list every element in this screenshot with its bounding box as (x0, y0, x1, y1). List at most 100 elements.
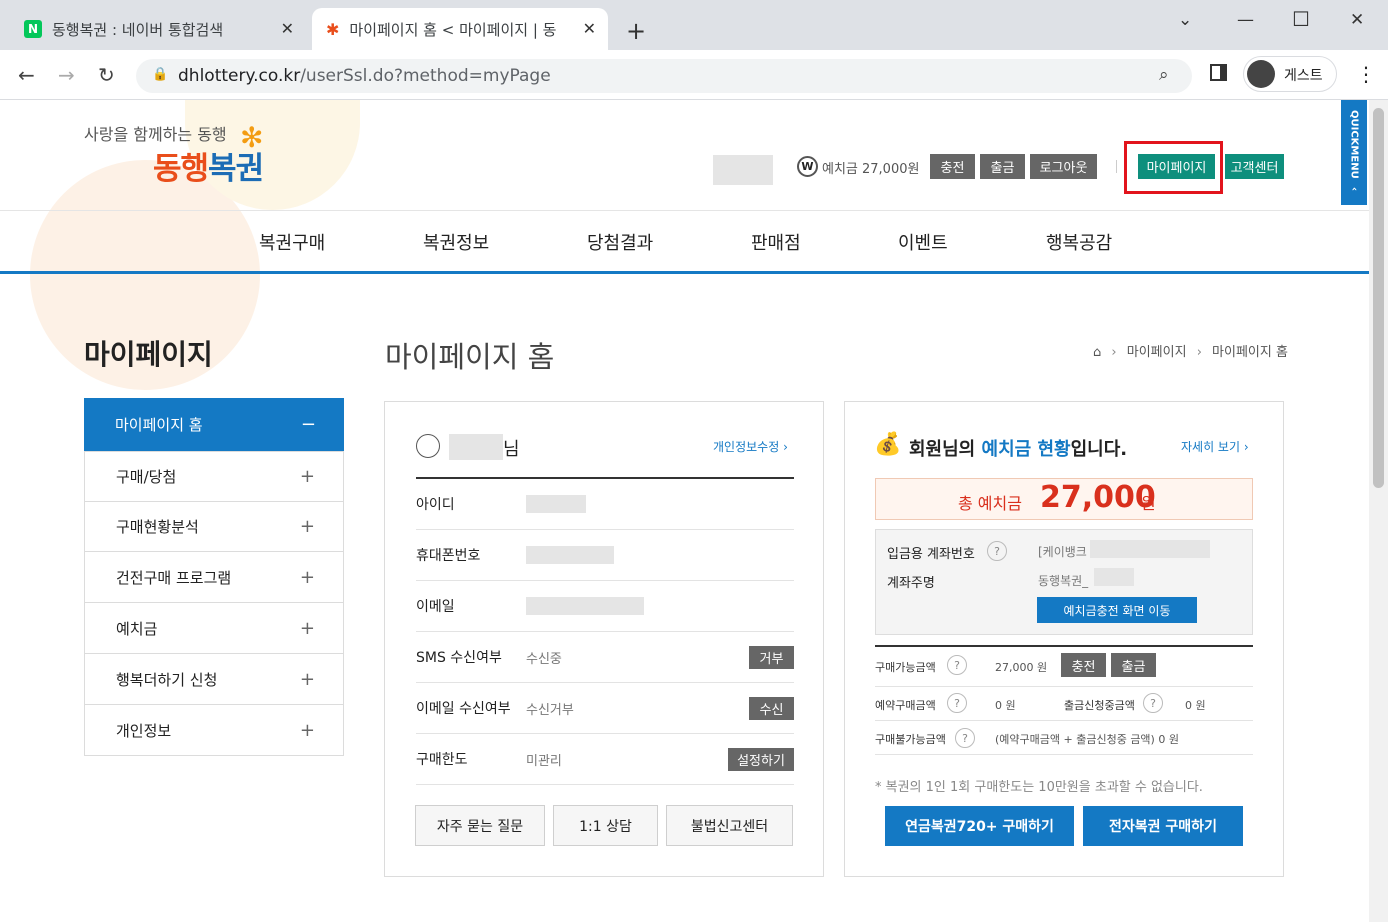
money-bag-icon: 💰 (874, 432, 902, 457)
withdraw-button[interactable]: 출금 (1111, 653, 1156, 677)
masked-value (1094, 568, 1134, 586)
browser-toolbar: ← → ↻ 🔒 dhlottery.co.kr/userSsl.do?metho… (0, 50, 1388, 100)
deposit-charge-move-button[interactable]: 예치금충전 화면 이동 (1037, 597, 1197, 623)
quickmenu-button[interactable]: QUICKMENU ‹ (1341, 100, 1367, 205)
back-icon[interactable]: ← (18, 63, 35, 87)
help-icon[interactable]: ? (955, 728, 975, 748)
side-panel-icon[interactable] (1210, 64, 1227, 81)
zoom-icon[interactable]: ⌕ (1159, 65, 1169, 85)
address-bar[interactable]: 🔒 dhlottery.co.kr/userSsl.do?method=myPa… (136, 59, 1192, 93)
support-button[interactable]: 고객센터 (1225, 154, 1284, 179)
nav-info[interactable]: 복권정보 (423, 229, 489, 255)
home-icon[interactable]: ⌂ (1093, 345, 1101, 360)
menu-icon[interactable]: ⋮ (1356, 62, 1376, 86)
sidebar-item-deposit[interactable]: 예치금 + (84, 603, 344, 654)
expand-icon: + (299, 466, 315, 487)
faq-button[interactable]: 자주 묻는 질문 (415, 805, 545, 846)
scrollbar-thumb[interactable] (1373, 108, 1384, 488)
info-row-id: 아이디 (416, 479, 794, 530)
info-row-sms: SMS 수신여부 수신중 거부 (416, 632, 794, 683)
sidebar-item-personal[interactable]: 개인정보 + (84, 705, 344, 756)
masked-value (526, 495, 586, 513)
help-icon[interactable]: ? (947, 655, 967, 675)
close-tab-icon[interactable]: ✕ (281, 19, 294, 38)
page-title: 마이페이지 홈 (385, 340, 555, 374)
chevron-right-icon: › (1111, 345, 1117, 360)
profile-button[interactable]: 게스트 (1243, 56, 1337, 92)
info-row-email: 이메일 (416, 581, 794, 632)
logo-figure-icon: ✻ (240, 121, 264, 154)
set-limit-button[interactable]: 설정하기 (728, 747, 794, 771)
tab-naver[interactable]: N 동행복권 : 네이버 통합검색 ✕ (10, 8, 306, 50)
sidebar-item-mypage-home[interactable]: 마이페이지 홈 − (84, 398, 344, 451)
withdraw-button[interactable]: 출금 (980, 154, 1025, 179)
lock-icon: 🔒 (152, 67, 169, 82)
detail-link[interactable]: 자세히 보기 › (1181, 438, 1249, 455)
logout-button[interactable]: 로그아웃 (1030, 154, 1097, 179)
nav-results[interactable]: 당첨결과 (587, 229, 653, 255)
avatar-icon (1247, 60, 1275, 88)
expand-icon: + (299, 668, 315, 690)
reload-icon[interactable]: ↻ (98, 63, 115, 87)
won-icon: W (797, 156, 818, 177)
masked-value (526, 546, 614, 564)
divider (1116, 160, 1117, 173)
available-row: 구매가능금액 ? 27,000 원 충전 출금 (875, 647, 1253, 687)
total-deposit-box: 총 예치금 27,000 원 (875, 478, 1253, 520)
deposit-heading: 회원님의 예치금 현황입니다. (909, 439, 1128, 460)
info-row-phone: 휴대폰번호 (416, 530, 794, 581)
url-host: dhlottery.co.kr (178, 66, 301, 86)
help-icon[interactable]: ? (947, 693, 967, 713)
collapse-icon: − (300, 414, 316, 435)
sidebar-item-happiness[interactable]: 행복더하기 신청 + (84, 654, 344, 705)
tab-mypage[interactable]: ✱ 마이페이지 홈 < 마이페이지 | 동 ✕ (312, 8, 608, 50)
nav-happiness[interactable]: 행복공감 (1046, 229, 1112, 255)
tab-search-icon[interactable]: ⌄ (1178, 10, 1192, 30)
logo-tagline: 사랑을 함께하는 동행 (84, 125, 227, 144)
account-box: 입금용 계좌번호 ? [케이뱅크 계좌주명 동행복권_ 예치금충전 화면 이동 (875, 529, 1253, 635)
help-icon[interactable]: ? (987, 541, 1007, 561)
breadcrumb: ⌂ › 마이페이지 › 마이페이지 홈 (1093, 345, 1288, 360)
nav-events[interactable]: 이벤트 (898, 229, 948, 255)
close-window-icon[interactable]: ✕ (1350, 10, 1364, 30)
minimize-icon[interactable]: — (1237, 10, 1254, 30)
charge-button[interactable]: 충전 (930, 154, 975, 179)
sms-reject-button[interactable]: 거부 (749, 645, 794, 669)
help-icon[interactable]: ? (1143, 693, 1163, 713)
buy-e-lottery-button[interactable]: 전자복권 구매하기 (1083, 806, 1243, 846)
charge-button[interactable]: 충전 (1061, 653, 1106, 677)
expand-icon: + (299, 566, 315, 588)
highlight-box (1124, 141, 1223, 194)
close-tab-icon[interactable]: ✕ (583, 19, 596, 38)
chevron-left-icon: ‹ (1348, 186, 1360, 191)
nav-buy[interactable]: 복권구매 (259, 229, 325, 255)
unavailable-row: 구매불가능금액 ? (예약구매금액 + 출금신청중 금액) 0 원 (875, 721, 1253, 755)
email-accept-button[interactable]: 수신 (749, 696, 794, 720)
reserved-row: 예약구매금액 ? 0 원 출금신청중금액 ? 0 원 (875, 687, 1253, 721)
sidebar-item-purchase[interactable]: 구매/당첨 + (84, 451, 344, 502)
edit-info-link[interactable]: 개인정보수정 › (713, 438, 788, 455)
maximize-icon[interactable]: ☐ (1292, 7, 1310, 31)
pinwheel-icon: ✱ (326, 19, 340, 39)
sidebar-item-analysis[interactable]: 구매현황분석 + (84, 501, 344, 552)
forward-icon[interactable]: → (58, 63, 75, 87)
header-divider (0, 210, 1369, 211)
new-tab-icon[interactable]: + (626, 17, 646, 45)
url-path: /userSsl.do?method=myPage (300, 66, 551, 86)
chevron-right-icon: › (1196, 345, 1202, 360)
sidebar-item-program[interactable]: 건전구매 프로그램 + (84, 552, 344, 603)
user-icon (416, 434, 440, 458)
naver-icon: N (24, 20, 42, 38)
nav-stores[interactable]: 판매점 (751, 229, 801, 255)
expand-icon: + (299, 515, 315, 537)
tab-bar: N 동행복권 : 네이버 통합검색 ✕ ✱ 마이페이지 홈 < 마이페이지 | … (0, 0, 1388, 50)
buy-pension-lottery-button[interactable]: 연금복권720+ 구매하기 (885, 806, 1074, 846)
info-row-limit: 구매한도 미관리 설정하기 (416, 734, 794, 785)
report-button[interactable]: 불법신고센터 (666, 805, 793, 846)
sidebar-title: 마이페이지 (84, 338, 213, 371)
masked-value (526, 597, 644, 615)
user-name-masked (713, 155, 773, 185)
expand-icon: + (299, 617, 315, 639)
info-row-email-consent: 이메일 수신여부 수신거부 수신 (416, 683, 794, 734)
consult-button[interactable]: 1:1 상담 (553, 805, 658, 846)
